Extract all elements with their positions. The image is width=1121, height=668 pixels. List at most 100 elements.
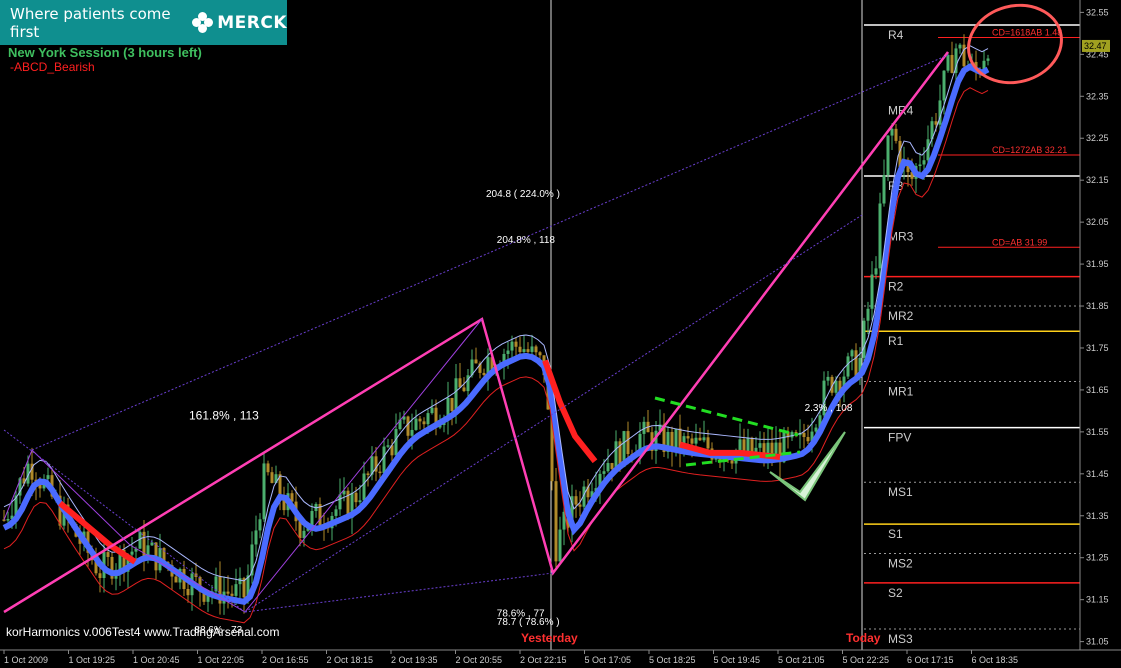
candle-body xyxy=(270,472,274,483)
candle-body xyxy=(538,352,542,356)
candle-body xyxy=(878,203,882,269)
x-tick-label: 1 Oct 22:05 xyxy=(198,655,245,665)
candle-body xyxy=(746,437,750,452)
x-tick-label: 5 Oct 21:05 xyxy=(778,655,825,665)
candle-body xyxy=(986,58,990,61)
candle-body xyxy=(950,54,954,73)
candle-body xyxy=(846,356,850,377)
banner-tagline: Where patients come first xyxy=(10,4,171,41)
marker-yesterday: Yesterday xyxy=(521,631,578,645)
x-tick-label: 2 Oct 16:55 xyxy=(262,655,309,665)
chart-labels: 161.8% , 113 204.8 ( 224.0% ) 204.8% , 118… xyxy=(189,189,853,636)
candle-body xyxy=(806,437,810,442)
candle-body xyxy=(578,504,582,507)
candle-body xyxy=(870,274,874,309)
y-tick-label: 32.35 xyxy=(1086,91,1109,101)
y-tick-label: 32.25 xyxy=(1086,133,1109,143)
candle-body xyxy=(962,44,966,67)
candle-body xyxy=(266,463,270,473)
price-chart[interactable]: R4MR4R3MR3R2MR2R1MR1FPVMS1S1MS2S2MS3CD=1… xyxy=(0,0,1121,668)
candle-body xyxy=(334,509,338,516)
x-tick-label: 1 Oct 2009 xyxy=(4,655,48,665)
pivot-label-r4: R4 xyxy=(888,28,904,42)
candle-body xyxy=(358,500,362,503)
candle-body xyxy=(362,473,366,501)
candle-body xyxy=(882,175,886,204)
pivot-label-fpv: FPV xyxy=(888,431,911,445)
x-tick-label: 2 Oct 20:55 xyxy=(456,655,503,665)
pivot-label-r1: R1 xyxy=(888,334,904,348)
y-tick-label: 31.15 xyxy=(1086,595,1109,605)
candle-body xyxy=(422,421,426,425)
pivot-label-r2: R2 xyxy=(888,280,904,294)
candle-body xyxy=(6,519,10,521)
merck-logo-icon xyxy=(191,11,213,34)
candle-body xyxy=(850,350,854,357)
candle-body xyxy=(694,437,698,444)
harmonic-dotted-line xyxy=(31,54,949,451)
candle-body xyxy=(834,380,838,393)
y-tick-label: 31.55 xyxy=(1086,427,1109,437)
candle-body xyxy=(410,429,414,436)
candle-body xyxy=(942,70,946,101)
candle-body xyxy=(534,346,538,353)
candle-body xyxy=(414,418,418,430)
moving-average-ribbons xyxy=(2,45,990,624)
x-tick-label: 2 Oct 19:35 xyxy=(391,655,438,665)
x-tick-label: 2 Oct 22:15 xyxy=(520,655,567,665)
candlestick-series xyxy=(2,34,990,615)
candle-body xyxy=(774,442,778,454)
y-tick-label: 31.35 xyxy=(1086,511,1109,521)
x-tick-label: 6 Oct 17:15 xyxy=(907,655,954,665)
candle-body xyxy=(510,341,514,351)
y-tick-label: 31.05 xyxy=(1086,637,1109,647)
indicator-name: -ABCD_Bearish xyxy=(10,60,95,74)
candle-body xyxy=(418,418,422,422)
candle-body xyxy=(606,463,610,472)
y-tick-label: 31.65 xyxy=(1086,385,1109,395)
candle-body xyxy=(430,407,434,414)
candle-body xyxy=(862,320,866,358)
y-tick-label: 32.55 xyxy=(1086,7,1109,17)
pivot-label-s2: S2 xyxy=(888,586,903,600)
candle-body xyxy=(890,128,894,136)
candle-body xyxy=(406,416,410,436)
candle-body xyxy=(394,429,398,456)
candle-body xyxy=(918,164,922,167)
x-tick-label: 1 Oct 19:25 xyxy=(69,655,116,665)
candle-body xyxy=(530,346,534,352)
candle-body xyxy=(474,359,478,364)
candle-body xyxy=(802,432,806,438)
candle-body xyxy=(526,349,530,352)
candle-body xyxy=(558,529,562,562)
cd-level-label: CD=1618AB 1.48 xyxy=(992,28,1062,38)
candle-body xyxy=(386,445,390,447)
x-tick-label: 5 Oct 22:25 xyxy=(843,655,890,665)
candle-body xyxy=(98,573,102,579)
candle-body xyxy=(874,268,878,275)
y-tick-label: 32.05 xyxy=(1086,217,1109,227)
footer-credit: korHarmonics v.006Test4 www.TradingArsen… xyxy=(6,625,280,639)
ma-red-segment xyxy=(58,500,137,565)
candle-body xyxy=(894,128,898,141)
abcd-pattern xyxy=(3,51,949,614)
candle-body xyxy=(174,576,178,583)
candle-body xyxy=(790,432,794,438)
candle-body xyxy=(626,431,630,455)
candle-body xyxy=(46,475,50,479)
candle-body xyxy=(554,481,558,562)
marker-today: Today xyxy=(846,631,881,645)
candle-body xyxy=(262,463,266,520)
abcd-pattern-line xyxy=(3,51,949,614)
candle-body xyxy=(610,463,614,469)
pivot-label-ms3: MS3 xyxy=(888,632,913,646)
merck-banner[interactable]: Where patients come first MERCK xyxy=(0,0,287,45)
pivot-label-ms2: MS2 xyxy=(888,557,913,571)
candle-body xyxy=(574,496,578,505)
candle-body xyxy=(482,372,486,375)
candle-body xyxy=(698,437,702,441)
x-tick-label: 6 Oct 18:35 xyxy=(972,655,1019,665)
candle-body xyxy=(258,519,262,531)
y-tick-label: 31.75 xyxy=(1086,343,1109,353)
pivot-label-s1: S1 xyxy=(888,527,903,541)
